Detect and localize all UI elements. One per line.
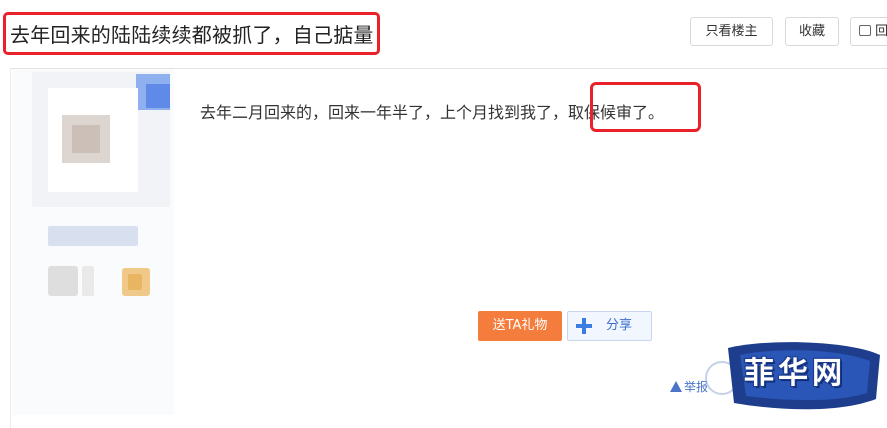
content-highlight-box xyxy=(590,82,701,132)
comment-icon xyxy=(859,25,871,36)
warning-icon xyxy=(670,381,682,392)
only-owner-button[interactable]: 只看楼主 xyxy=(690,17,773,46)
reply-label: 回 xyxy=(875,24,887,39)
watermark-text: 菲华网 xyxy=(744,356,846,391)
share-label: 分享 xyxy=(606,318,633,333)
author-name[interactable] xyxy=(48,226,138,246)
thread-title: 去年回来的陆陆续续都被抓了，自己掂量 xyxy=(10,23,374,47)
plus-icon xyxy=(576,318,592,334)
reply-button[interactable]: 回 xyxy=(850,17,887,46)
avatar-decoration xyxy=(146,84,170,108)
avatar-image-pixel xyxy=(72,125,100,153)
send-gift-button[interactable]: 送TA礼物 xyxy=(478,311,562,341)
user-badge xyxy=(48,266,78,296)
favorite-button[interactable]: 收藏 xyxy=(785,17,839,46)
user-badge xyxy=(82,266,94,296)
level-badge xyxy=(128,274,142,290)
share-button[interactable]: 分享 xyxy=(567,311,652,341)
